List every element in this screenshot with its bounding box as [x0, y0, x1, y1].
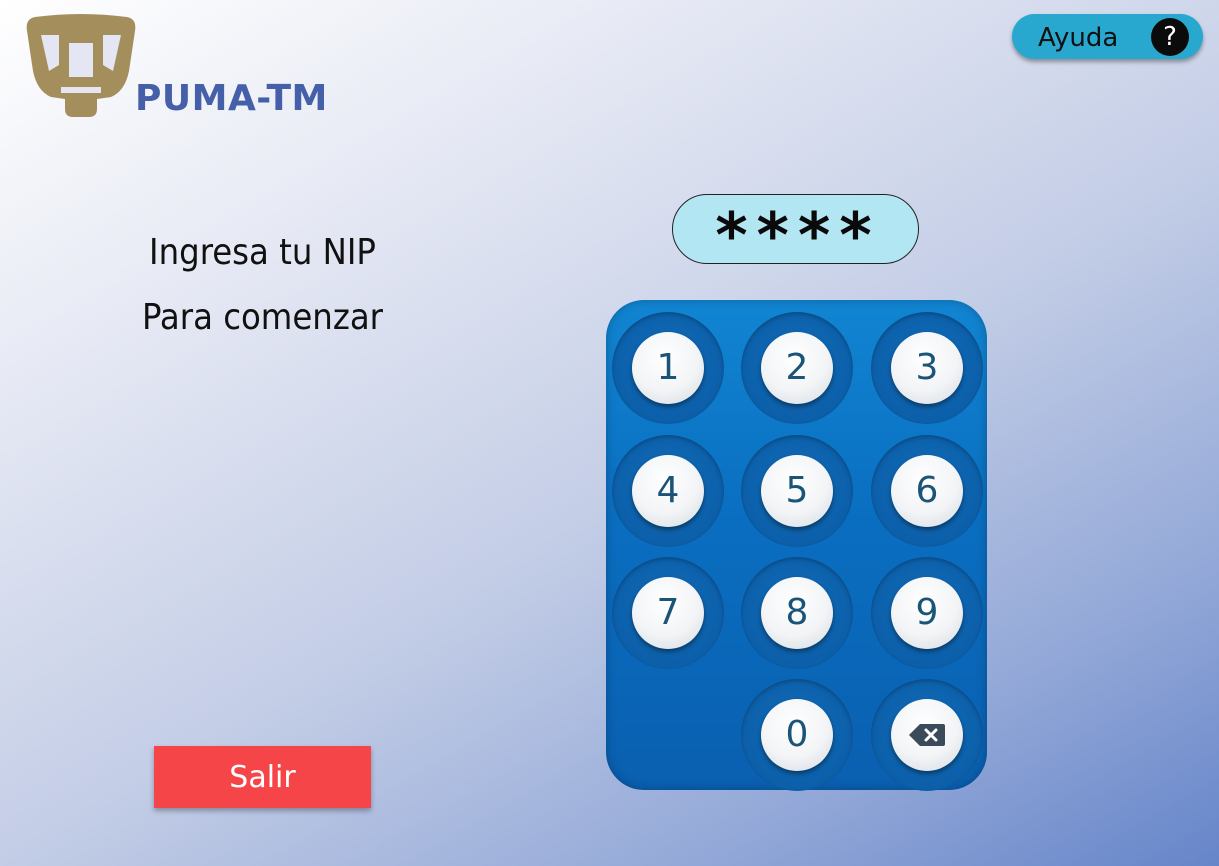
instruction-line-1: Ingresa tu NIP	[149, 232, 376, 273]
help-label: Ayuda	[1038, 23, 1119, 53]
key-8[interactable]: 8	[761, 577, 833, 649]
backspace-button[interactable]	[891, 699, 963, 771]
question-mark-icon: ?	[1151, 18, 1189, 56]
key-1[interactable]: 1	[632, 332, 704, 404]
key-0[interactable]: 0	[761, 699, 833, 771]
brand-name: PUMA-TM	[135, 78, 328, 119]
puma-logo-icon	[26, 14, 136, 117]
instruction-line-2: Para comenzar	[142, 297, 383, 338]
exit-button[interactable]: Salir	[154, 746, 371, 808]
pin-display: ****	[672, 194, 919, 272]
key-2[interactable]: 2	[761, 332, 833, 404]
key-7[interactable]: 7	[632, 577, 704, 649]
key-5[interactable]: 5	[761, 455, 833, 527]
keypad: 1 2 3 4 5 6 7 8 9 0	[606, 300, 987, 791]
key-9[interactable]: 9	[891, 577, 963, 649]
help-button[interactable]: Ayuda ?	[1012, 14, 1203, 59]
key-3[interactable]: 3	[891, 332, 963, 404]
key-6[interactable]: 6	[891, 455, 963, 527]
backspace-icon	[909, 724, 945, 746]
key-4[interactable]: 4	[632, 455, 704, 527]
